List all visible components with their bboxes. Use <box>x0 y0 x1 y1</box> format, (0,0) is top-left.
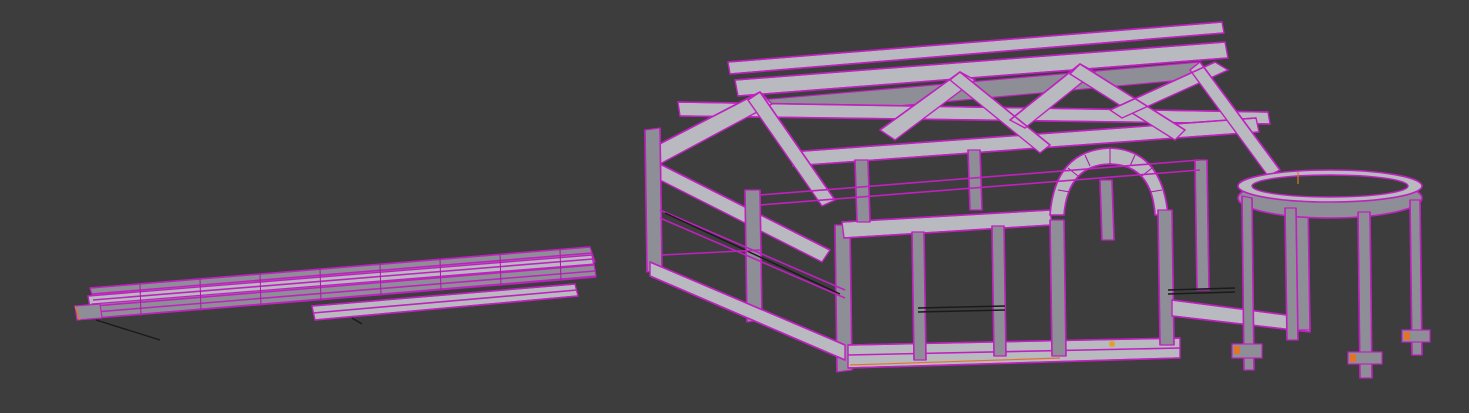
pavilion-frame[interactable] <box>644 21 1311 373</box>
3d-viewport[interactable] <box>0 0 1469 413</box>
circular-pergola[interactable] <box>1231 169 1431 379</box>
timber-stack[interactable] <box>74 246 597 341</box>
